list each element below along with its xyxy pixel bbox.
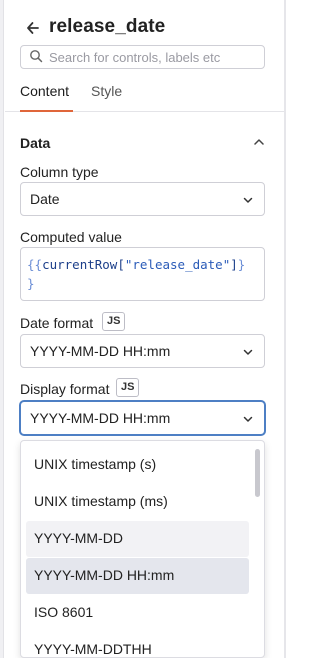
- code-bracket-close: ]: [230, 257, 238, 272]
- dropdown-option-date-thh[interactable]: YYYY-MM-DDTHH: [26, 632, 249, 657]
- panel-header: release_date: [5, 10, 284, 46]
- tab-content[interactable]: Content: [20, 83, 73, 112]
- computed-value-label: Computed value: [20, 229, 122, 245]
- dropdown-option-unix-ms[interactable]: UNIX timestamp (ms): [26, 484, 249, 520]
- date-format-select[interactable]: YYYY-MM-DD HH:mm: [20, 334, 265, 368]
- computed-value-editor[interactable]: {{currentRow["release_date"]} }: [20, 247, 265, 301]
- date-format-label: Date format: [20, 315, 94, 331]
- code-brace-close: }: [237, 257, 246, 272]
- code-brace-open: {{: [27, 257, 43, 272]
- code-string: "release_date": [124, 257, 231, 272]
- code-line-1: {{currentRow["release_date"]}: [27, 255, 264, 274]
- chevron-down-icon: [242, 412, 254, 424]
- tab-style[interactable]: Style: [91, 83, 122, 112]
- chevron-down-icon: [242, 193, 254, 205]
- tab-bar: Content Style: [5, 80, 284, 112]
- dropdown-option-iso8601[interactable]: ISO 8601: [26, 595, 249, 631]
- column-type-select[interactable]: Date: [20, 182, 265, 216]
- date-format-value: YYYY-MM-DD HH:mm: [30, 343, 171, 359]
- display-format-label: Display format: [20, 381, 110, 397]
- dropdown-option-date[interactable]: YYYY-MM-DD: [26, 521, 249, 557]
- right-scroll-edge: [284, 0, 286, 658]
- dropdown-option-unix-s[interactable]: UNIX timestamp (s): [26, 447, 249, 483]
- display-format-js-toggle[interactable]: JS: [116, 378, 140, 397]
- search-field[interactable]: [20, 45, 265, 69]
- dropdown-scrollbar[interactable]: [255, 449, 260, 497]
- property-panel: release_date Content Style Data Column t…: [5, 0, 284, 658]
- display-format-value: YYYY-MM-DD HH:mm: [30, 410, 171, 426]
- page-title: release_date: [49, 16, 166, 37]
- section-header-data[interactable]: Data: [20, 133, 266, 153]
- date-format-js-toggle[interactable]: JS: [102, 312, 126, 331]
- code-bracket-open: [: [117, 257, 125, 272]
- code-line-2: }: [27, 274, 264, 293]
- column-type-label: Column type: [20, 164, 99, 180]
- left-panel-edge: [0, 0, 4, 658]
- display-format-select[interactable]: YYYY-MM-DD HH:mm: [20, 401, 265, 435]
- search-icon: [29, 49, 43, 63]
- chevron-up-icon[interactable]: [252, 135, 266, 149]
- search-input[interactable]: [49, 48, 259, 66]
- dropdown-option-date-time[interactable]: YYYY-MM-DD HH:mm: [26, 558, 249, 594]
- section-title: Data: [20, 135, 51, 151]
- back-arrow-icon[interactable]: [25, 18, 41, 38]
- code-brace-close-2: }: [27, 276, 35, 291]
- display-format-dropdown-menu: UNIX timestamp (s) UNIX timestamp (ms) Y…: [20, 440, 265, 658]
- chevron-down-icon: [242, 345, 254, 357]
- code-identifier: currentRow: [42, 257, 118, 272]
- column-type-value: Date: [30, 191, 60, 207]
